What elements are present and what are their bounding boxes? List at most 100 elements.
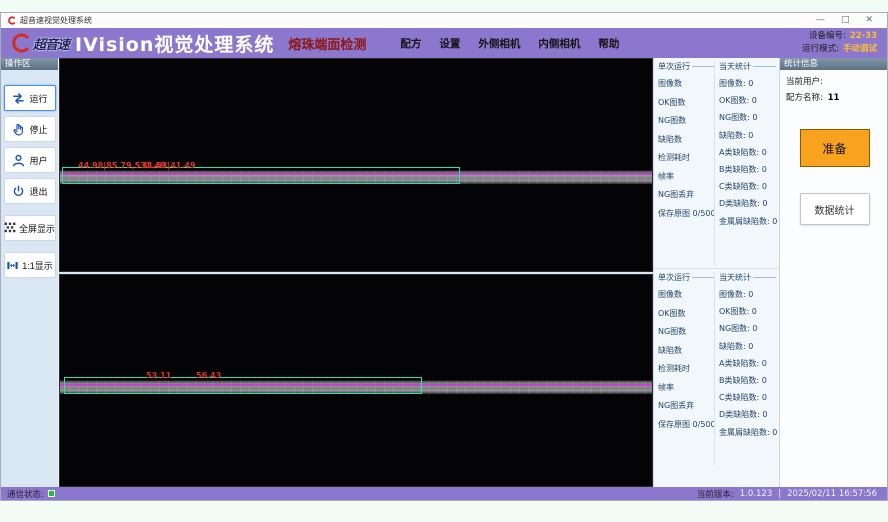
- comm-status-green-indicator: [48, 490, 55, 497]
- header: 超音速 IVision视觉处理系统 熔珠端面检测 配方 设置 外侧相机 内侧相机…: [1, 28, 887, 58]
- minimize-icon[interactable]: —: [816, 16, 825, 25]
- daily-stats-title: 当天统计: [719, 272, 751, 283]
- stat-row: 缺陷数: [658, 345, 714, 356]
- stat-row: NG图数: [658, 115, 714, 126]
- menu-bar: 配方 设置 外侧相机 内侧相机 帮助: [400, 36, 619, 51]
- stat-row: D类缺陷数: 0: [719, 409, 776, 420]
- stat-row: 保存原图 0/500: [658, 208, 714, 219]
- measurement-annotation: 31.53|41.49: [142, 161, 196, 170]
- maximize-icon[interactable]: □: [841, 16, 850, 25]
- power-icon: [11, 184, 26, 199]
- inner-camera-view[interactable]: 53.11 56.43: [59, 274, 653, 488]
- stat-row: A类缺陷数: 0: [719, 358, 776, 369]
- titlebar: 超音速视觉处理系统 — □ ✕: [1, 13, 887, 28]
- stat-row: 图像数: 0: [719, 78, 776, 89]
- stop-button[interactable]: 停止: [4, 116, 56, 142]
- stat-row: 图像数: [658, 78, 714, 89]
- fullscreen-grid-icon: [4, 222, 16, 234]
- data-statistics-button[interactable]: 数据统计: [800, 193, 870, 225]
- one-to-one-icon: [6, 259, 19, 272]
- recipe-name-value: 11: [828, 93, 840, 103]
- stat-row: C类缺陷数: 0: [719, 181, 776, 192]
- user-button[interactable]: 用户: [4, 147, 56, 173]
- detection-roi-box: [64, 377, 422, 394]
- comm-status-label: 通信状态:: [7, 488, 44, 500]
- outer-camera-view[interactable]: 44.98|85.79,531.49 31.53|41.49: [59, 58, 653, 272]
- close-icon[interactable]: ✕: [865, 16, 873, 25]
- stat-row: 金属屑缺陷数: 0: [719, 216, 776, 227]
- user-button-label: 用户: [29, 154, 47, 167]
- run-button[interactable]: 运行: [4, 85, 56, 111]
- menu-recipe[interactable]: 配方: [400, 36, 421, 51]
- sidebar-title: 操作区: [1, 58, 58, 70]
- stat-row: 检测耗时: [658, 152, 714, 163]
- app-icon: [7, 16, 16, 25]
- stat-row: 保存原图 0/500: [658, 419, 714, 430]
- stat-row: OK图数: 0: [719, 95, 776, 106]
- stat-row: 图像数: 0: [719, 289, 776, 300]
- daily-stats-title: 当天统计: [719, 61, 751, 72]
- stat-row: 图像数: [658, 289, 714, 300]
- stat-row: 金属屑缺陷数: 0: [719, 427, 776, 438]
- exit-button-label: 退出: [29, 185, 47, 198]
- stat-row: 缺陷数: 0: [719, 130, 776, 141]
- stat-row: 帧率: [658, 382, 714, 393]
- run-mode-value: 手动调试: [843, 43, 877, 56]
- stat-row: B类缺陷数: 0: [719, 164, 776, 175]
- stat-row: NG图丢弃: [658, 400, 714, 411]
- separator: |: [778, 489, 781, 499]
- device-info: 设备编号: 22-33 运行模式: 手动调试: [802, 30, 877, 56]
- fullscreen-button[interactable]: 全屏显示: [4, 215, 56, 241]
- stat-row: OK图数: 0: [719, 306, 776, 317]
- prepare-button[interactable]: 准备: [800, 129, 870, 167]
- info-panel-title: 统计信息: [780, 58, 887, 70]
- one-to-one-button[interactable]: 1:1显示: [4, 252, 56, 278]
- stats-column: 单次运行 图像数 OK图数 NG图数 缺陷数 检测耗时 帧率 NG图丢弃 保存原…: [653, 58, 779, 487]
- single-run-group: 单次运行 图像数 OK图数 NG图数 缺陷数 检测耗时 帧率 NG图丢弃 保存原…: [658, 272, 714, 466]
- operation-sidebar: 操作区 运行 停止 用户: [1, 58, 59, 487]
- stat-row: 缺陷数: 0: [719, 341, 776, 352]
- stat-row: OK图数: [658, 97, 714, 108]
- exit-button[interactable]: 退出: [4, 178, 56, 204]
- menu-outer-camera[interactable]: 外侧相机: [478, 36, 520, 51]
- menu-settings[interactable]: 设置: [439, 36, 460, 51]
- device-number-label: 设备编号:: [809, 30, 846, 43]
- stop-button-label: 停止: [29, 123, 47, 136]
- menu-inner-camera[interactable]: 内侧相机: [538, 36, 580, 51]
- recipe-name-label: 配方名称:: [786, 93, 823, 103]
- stat-row: NG图数: 0: [719, 112, 776, 123]
- page-title: IVision视觉处理系统: [75, 30, 274, 57]
- stat-row: NG图丢弃: [658, 189, 714, 200]
- camera-views: 44.98|85.79,531.49 31.53|41.49 53.11 56.…: [59, 58, 653, 487]
- run-button-label: 运行: [29, 92, 47, 105]
- single-run-title: 单次运行: [658, 272, 690, 283]
- stat-row: D类缺陷数: 0: [719, 198, 776, 209]
- stat-row: OK图数: [658, 308, 714, 319]
- measurement-annotation: 53.11: [146, 371, 171, 380]
- daily-stats-group: 当天统计 图像数: 0 OK图数: 0 NG图数: 0 缺陷数: 0 A类缺陷数…: [714, 61, 776, 266]
- brand-name: 超音速: [33, 34, 69, 53]
- single-run-title: 单次运行: [658, 61, 690, 72]
- stat-row: 缺陷数: [658, 134, 714, 145]
- stat-row: NG图数: [658, 326, 714, 337]
- menu-help[interactable]: 帮助: [598, 36, 619, 51]
- single-run-group: 单次运行 图像数 OK图数 NG图数 缺陷数 检测耗时 帧率 NG图丢弃 保存原…: [658, 61, 714, 266]
- stat-row: 帧率: [658, 171, 714, 182]
- fullscreen-button-label: 全屏显示: [19, 222, 55, 235]
- version-label: 当前版本:: [697, 488, 734, 500]
- inner-camera-stats: 单次运行 图像数 OK图数 NG图数 缺陷数 检测耗时 帧率 NG图丢弃 保存原…: [654, 268, 779, 466]
- task-subtitle: 熔珠端面检测: [288, 34, 366, 53]
- stat-row: 检测耗时: [658, 363, 714, 374]
- status-bar: 通信状态: 当前版本: 1.0.123 | 2025/02/11 16:57:5…: [1, 487, 887, 500]
- version-value: 1.0.123: [740, 489, 772, 499]
- stat-row: A类缺陷数: 0: [719, 147, 776, 158]
- info-panel: 统计信息 当前用户: 配方名称: 11 准备 数据统计: [779, 58, 887, 487]
- brand-swoosh-icon: [11, 33, 31, 53]
- brand-logo: 超音速: [11, 33, 69, 53]
- measurement-annotation: 56.43: [196, 371, 221, 380]
- daily-stats-group: 当天统计 图像数: 0 OK图数: 0 NG图数: 0 缺陷数: 0 A类缺陷数…: [714, 272, 776, 466]
- outer-camera-stats: 单次运行 图像数 OK图数 NG图数 缺陷数 检测耗时 帧率 NG图丢弃 保存原…: [654, 58, 779, 266]
- stat-row: C类缺陷数: 0: [719, 392, 776, 403]
- app-window: 超音速视觉处理系统 — □ ✕ 超音速 IVision视觉处理系统 熔珠端面检测…: [0, 12, 888, 501]
- stat-row: B类缺陷数: 0: [719, 375, 776, 386]
